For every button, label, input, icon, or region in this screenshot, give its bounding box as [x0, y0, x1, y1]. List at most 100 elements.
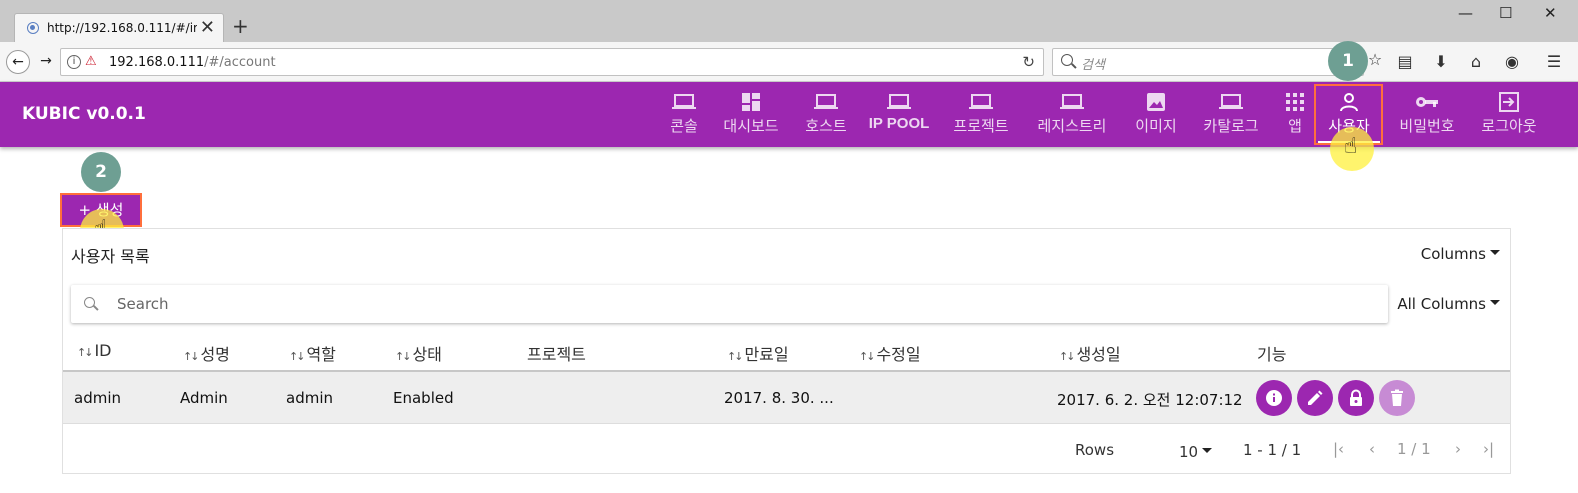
logout-icon [1499, 92, 1519, 112]
menu-item-password[interactable]: 비밀번호 [1392, 82, 1462, 147]
page-indicator: 1 / 1 [1397, 440, 1431, 458]
sort-icon: ↑↓ [859, 350, 876, 363]
key-icon [1416, 97, 1438, 107]
col-header-modified[interactable]: ↑↓ 수정일 [859, 341, 921, 365]
menu-label: 카탈로그 [1203, 117, 1259, 135]
menu-label: 대시보드 [723, 117, 779, 135]
laptop-icon [969, 94, 993, 109]
menu-item-console[interactable]: 콘솔 [664, 82, 704, 147]
col-header-name[interactable]: ↑↓ 성명 [183, 341, 230, 365]
info-icon [1266, 390, 1282, 406]
menu-item-apps[interactable]: 앱 [1280, 82, 1310, 147]
caret-down-icon [1490, 300, 1500, 305]
browser-search-placeholder: 검색 [1081, 58, 1105, 73]
cell-created: 2017. 6. 2. 오전 12:07:12 [1057, 391, 1243, 409]
sort-icon: ↑↓ [1059, 350, 1076, 363]
url-bar[interactable]: i ⚠ 192.168.0.111/#/account ↻ [60, 48, 1044, 76]
apps-icon [1286, 93, 1304, 111]
menu-label: 로그아웃 [1481, 117, 1537, 135]
table-row[interactable]: admin Admin admin Enabled 2017. 8. 30. .… [63, 372, 1510, 424]
col-header-created[interactable]: ↑↓ 생성일 [1059, 341, 1121, 365]
menu-item-dashboard[interactable]: 대시보드 [716, 82, 786, 147]
menu-label: 앱 [1288, 117, 1302, 135]
laptop-icon [1060, 94, 1084, 109]
menu-item-image[interactable]: 이미지 [1128, 82, 1184, 147]
laptop-icon [672, 94, 696, 109]
favicon-icon [27, 22, 39, 34]
col-header-expires[interactable]: ↑↓ 만료일 [727, 341, 789, 365]
rows-label: Rows [1075, 441, 1115, 459]
lock-button[interactable] [1338, 380, 1374, 416]
close-tab-icon[interactable]: ✕ [200, 17, 215, 38]
app-brand[interactable]: KUBIC v0.0.1 [22, 104, 146, 124]
range-text: 1 - 1 / 1 [1243, 441, 1302, 459]
col-header-role[interactable]: ↑↓ 역할 [289, 341, 336, 365]
url-text[interactable]: 192.168.0.111/#/account [109, 55, 276, 70]
menu-label: 콘솔 [670, 117, 698, 135]
all-columns-dropdown[interactable]: All Columns [1397, 295, 1500, 313]
sort-icon: ↑↓ [289, 350, 306, 363]
search-icon [84, 297, 95, 308]
info-icon[interactable]: i [67, 55, 81, 69]
cell-role: admin [286, 389, 333, 407]
next-page-icon[interactable]: › [1455, 440, 1461, 458]
menu-label: 비밀번호 [1399, 117, 1455, 135]
menu-item-registry[interactable]: 레지스트리 [1030, 82, 1114, 147]
search-placeholder: Search [117, 295, 169, 313]
menu-label: 호스트 [805, 117, 847, 135]
home-icon[interactable]: ⌂ [1465, 52, 1487, 71]
cell-name: Admin [180, 389, 228, 407]
window-close-icon[interactable]: ✕ [1544, 4, 1557, 22]
card-title: 사용자 목록 [71, 247, 150, 266]
laptop-icon [814, 94, 838, 109]
menu-icon[interactable]: ☰ [1543, 52, 1565, 71]
prev-page-icon[interactable]: ‹ [1369, 440, 1375, 458]
menu-item-ip-pool[interactable]: IP POOL [866, 82, 932, 147]
image-icon [1147, 93, 1165, 111]
download-icon[interactable]: ⬇ [1430, 52, 1452, 71]
back-icon[interactable]: ← [6, 50, 30, 74]
col-header-status[interactable]: ↑↓ 상태 [395, 341, 442, 365]
laptop-icon [1219, 94, 1243, 109]
menu-item-project[interactable]: 프로젝트 [946, 82, 1016, 147]
search-icon [1061, 54, 1073, 66]
table-search-field[interactable]: Search [71, 285, 1388, 323]
info-button[interactable] [1256, 380, 1292, 416]
step-badge-1: 1 [1328, 41, 1368, 81]
menu-item-catalog[interactable]: 카탈로그 [1196, 82, 1266, 147]
maximize-icon[interactable]: ☐ [1499, 4, 1512, 22]
browser-tab[interactable]: http://192.168.0.111/#/imag ✕ [14, 13, 224, 43]
col-header-actions: 기능 [1257, 345, 1287, 364]
edit-button[interactable] [1297, 380, 1333, 416]
pocket-icon[interactable]: ◉ [1501, 52, 1523, 71]
sort-icon: ↑↓ [395, 350, 412, 363]
edit-icon [1308, 390, 1323, 405]
new-tab-button[interactable]: + [232, 14, 249, 38]
col-header-id[interactable]: ↑↓ ID [77, 341, 111, 360]
browser-search-box[interactable]: 검색 [1052, 48, 1364, 76]
first-page-icon[interactable]: |‹ [1333, 440, 1344, 458]
browser-titlebar: http://192.168.0.111/#/imag ✕ + — ☐ ✕ [0, 0, 1578, 43]
rows-per-page-select[interactable]: 10 [1179, 443, 1213, 461]
menu-item-logout[interactable]: 로그아웃 [1474, 82, 1544, 147]
caret-down-icon [1202, 448, 1213, 453]
sort-icon: ↑↓ [183, 350, 200, 363]
delete-icon [1391, 389, 1403, 406]
cell-id: admin [74, 389, 121, 407]
caret-down-icon [1490, 250, 1500, 255]
delete-button[interactable] [1379, 380, 1415, 416]
minimize-icon[interactable]: — [1458, 4, 1473, 22]
cell-status: Enabled [393, 389, 454, 407]
forward-icon[interactable]: → [34, 50, 58, 74]
columns-dropdown[interactable]: Columns [1421, 245, 1500, 263]
laptop-icon [887, 94, 911, 109]
sort-icon: ↑↓ [77, 346, 94, 359]
last-page-icon[interactable]: ›| [1483, 440, 1494, 458]
tab-title: http://192.168.0.111/#/imag [47, 21, 197, 35]
reading-list-icon[interactable]: ▤ [1394, 52, 1416, 71]
reload-icon[interactable]: ↻ [1022, 53, 1035, 71]
hand-cursor-icon: ☝ [1344, 134, 1358, 159]
cell-expires: 2017. 8. 30. ... [724, 389, 834, 407]
step-badge-2: 2 [81, 152, 121, 192]
menu-item-host[interactable]: 호스트 [798, 82, 854, 147]
